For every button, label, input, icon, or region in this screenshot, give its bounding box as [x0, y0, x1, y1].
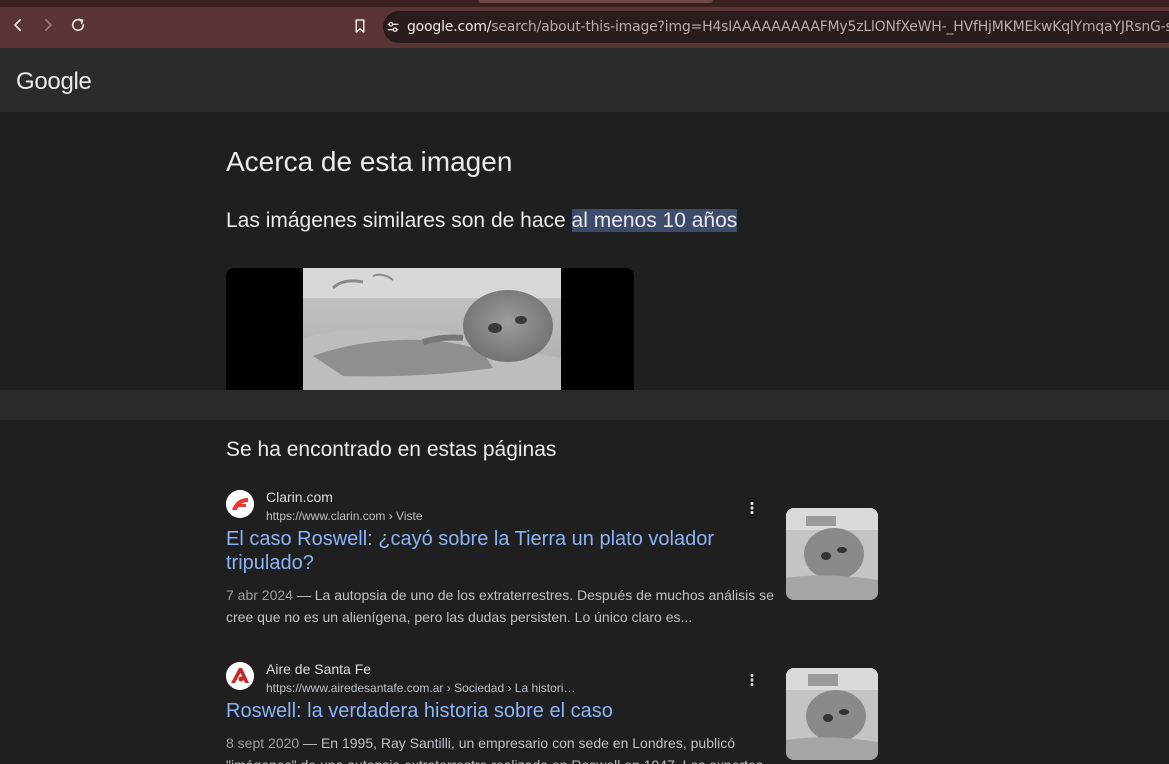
result-thumbnail-image [786, 508, 878, 600]
google-logo[interactable]: Google [16, 68, 92, 96]
tune-icon [387, 21, 399, 33]
result-snippet-text: — La autopsia de uno de los extraterrest… [226, 587, 774, 625]
searched-image-container[interactable] [226, 268, 634, 390]
aire-favicon-icon [226, 662, 254, 690]
more-vert-icon [750, 502, 754, 514]
section-separator [0, 390, 1169, 420]
reload-icon [71, 18, 85, 32]
url-host: google.com/ [407, 19, 492, 35]
browser-toolbar: google.com/search/about-this-image?img=H… [0, 0, 1169, 48]
clarin-favicon-icon [226, 490, 254, 518]
result-options-button[interactable] [744, 500, 760, 516]
result-thumbnail[interactable] [786, 508, 878, 600]
result-date: 8 sept 2020 [226, 735, 300, 751]
forward-button[interactable] [36, 13, 60, 37]
more-vert-icon [750, 674, 754, 686]
searched-image [303, 268, 561, 390]
result-snippet: 8 sept 2020 — En 1995, Ray Santilli, un … [226, 732, 778, 764]
subtitle-highlight: al menos 10 años [571, 209, 738, 232]
result-snippet: 7 abr 2024 — La autopsia de uno de los e… [226, 584, 778, 628]
result-thumbnail[interactable] [786, 668, 878, 760]
reload-button[interactable] [66, 13, 90, 37]
result-snippet-text: — En 1995, Ray Santilli, un empresario c… [226, 735, 774, 764]
result-title-link[interactable]: Roswell: la verdadera historia sobre el … [226, 699, 774, 723]
forward-arrow-icon [44, 18, 52, 32]
page-title: Acerca de esta imagen [226, 146, 513, 177]
google-header: Google [0, 48, 1169, 112]
site-name[interactable]: Aire de Santa Fe [266, 661, 371, 677]
result-thumbnail-image [786, 668, 878, 760]
back-arrow-icon [14, 18, 22, 32]
site-name[interactable]: Clarin.com [266, 489, 333, 505]
bookmark-button[interactable] [349, 15, 371, 37]
site-url[interactable]: https://www.airedesantafe.com.ar › Socie… [266, 681, 575, 695]
address-bar[interactable]: google.com/search/about-this-image?img=H… [383, 11, 1169, 43]
bookmark-icon [355, 19, 365, 33]
image-age-subtitle: Las imágenes similares son de hace al me… [226, 209, 738, 233]
site-info-button[interactable] [385, 12, 401, 42]
active-tab-indicator[interactable] [478, 0, 713, 3]
found-on-pages-section: Se ha encontrado en estas páginas Clarin… [0, 420, 1169, 764]
url-path: search/about-this-image?img=H4sIAAAAAAAA… [491, 19, 1169, 35]
url-text[interactable]: google.com/search/about-this-image?img=H… [407, 19, 1169, 35]
site-url[interactable]: https://www.clarin.com › Viste [266, 509, 423, 523]
subtitle-prefix: Las imágenes similares son de hace [226, 209, 572, 232]
section-title: Se ha encontrado en estas páginas [226, 438, 557, 461]
about-image-panel: Acerca de esta imagen Las imágenes simil… [0, 112, 1169, 390]
result-date: 7 abr 2024 [226, 587, 293, 603]
result-options-button[interactable] [744, 672, 760, 688]
back-button[interactable] [6, 13, 30, 37]
result-title-link[interactable]: El caso Roswell: ¿cayó sobre la Tierra u… [226, 527, 774, 575]
